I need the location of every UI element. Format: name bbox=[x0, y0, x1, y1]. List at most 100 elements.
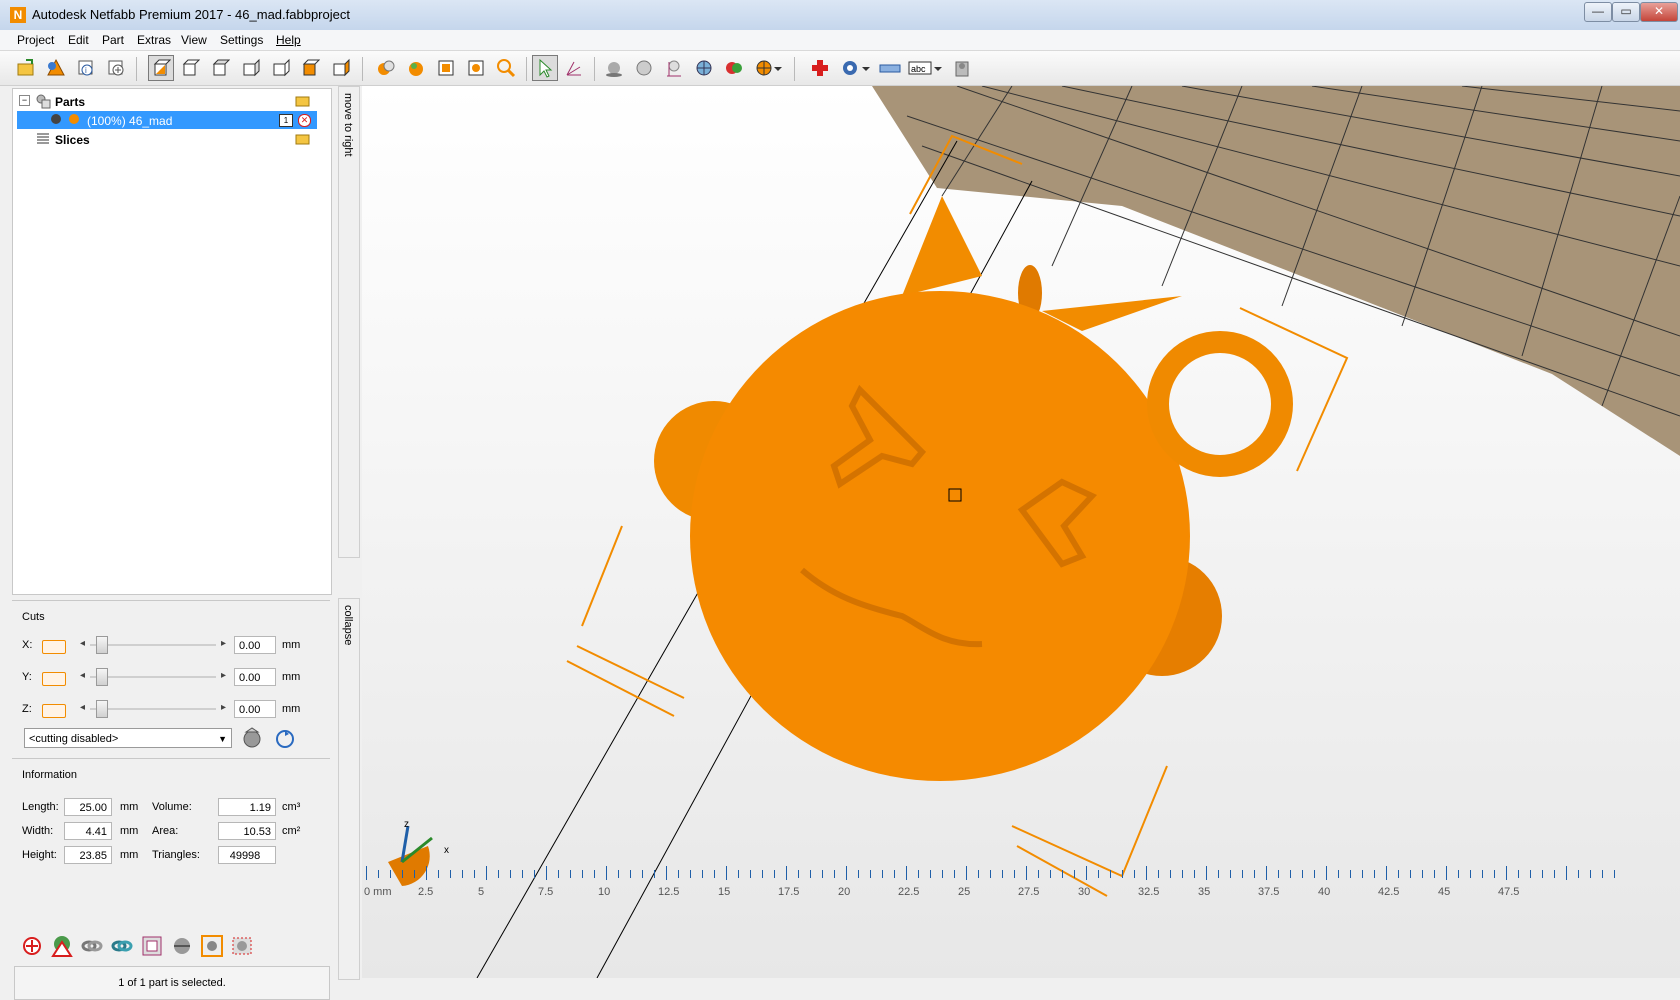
cutting-mode-select[interactable]: <cutting disabled> ▼ bbox=[24, 728, 232, 748]
select-pointer-icon[interactable] bbox=[532, 55, 558, 81]
view-top-icon[interactable] bbox=[298, 56, 322, 80]
cut-x-slider[interactable]: ◂ ▸ bbox=[80, 636, 226, 654]
settings-icon[interactable] bbox=[950, 56, 974, 80]
cut-y-input[interactable]: 0.00 bbox=[234, 668, 276, 686]
mesh-icon[interactable] bbox=[692, 56, 716, 80]
sphere-tool-icon[interactable] bbox=[170, 934, 194, 961]
cut-y-toggle[interactable] bbox=[42, 672, 66, 686]
cut-x-toggle[interactable] bbox=[42, 640, 66, 654]
view-left-icon[interactable] bbox=[238, 56, 262, 80]
open-project-icon[interactable] bbox=[14, 56, 38, 80]
cut-z-slider[interactable]: ◂ ▸ bbox=[80, 700, 226, 718]
cut-y-label: Y: bbox=[22, 671, 32, 683]
ruler-tick bbox=[474, 870, 475, 878]
slider-thumb[interactable] bbox=[96, 668, 108, 686]
cut-z-toggle[interactable] bbox=[42, 704, 66, 718]
settings-tool-icon[interactable] bbox=[230, 934, 254, 961]
close-button[interactable]: ✕ bbox=[1640, 2, 1678, 22]
ruler-tick bbox=[1170, 870, 1171, 878]
cut-x-unit: mm bbox=[282, 639, 301, 651]
slider-right-arrow-icon[interactable]: ▸ bbox=[221, 702, 226, 713]
fit-view-icon[interactable] bbox=[434, 56, 458, 80]
length-unit: mm bbox=[120, 801, 139, 813]
slider-left-arrow-icon[interactable]: ◂ bbox=[80, 702, 85, 713]
menu-help[interactable]: Help bbox=[276, 33, 301, 47]
slider-right-arrow-icon[interactable]: ▸ bbox=[221, 670, 226, 681]
analysis-icon[interactable] bbox=[838, 56, 862, 80]
frame-icon[interactable] bbox=[140, 934, 164, 961]
ruler-label: 47.5 bbox=[1498, 886, 1520, 898]
shade-icon[interactable] bbox=[602, 56, 626, 80]
toolbar-separator bbox=[594, 57, 595, 81]
minimize-button[interactable]: — bbox=[1584, 2, 1612, 22]
menu-settings[interactable]: Settings bbox=[220, 33, 263, 47]
app-logo-icon: N bbox=[10, 7, 26, 23]
open-folder-icon[interactable] bbox=[295, 93, 311, 110]
move-to-right-tab[interactable]: move to right bbox=[338, 86, 360, 558]
part-visibility-icon[interactable] bbox=[51, 114, 61, 124]
view-bottom-icon[interactable] bbox=[328, 56, 352, 80]
view-front-icon[interactable] bbox=[178, 56, 202, 80]
view-back-icon[interactable] bbox=[208, 56, 232, 80]
new-part-icon[interactable] bbox=[104, 56, 128, 80]
cut-x-input[interactable]: 0.00 bbox=[234, 636, 276, 654]
view-right-icon[interactable] bbox=[268, 56, 292, 80]
open-folder-icon[interactable] bbox=[295, 131, 311, 148]
part-color-icon[interactable] bbox=[404, 56, 428, 80]
part-color-icon[interactable] bbox=[69, 114, 79, 124]
label-icon[interactable]: abc bbox=[908, 56, 932, 80]
collapse-toggle-icon[interactable]: − bbox=[19, 95, 30, 106]
tree-node-parts[interactable]: − Parts bbox=[13, 93, 329, 111]
add-part-info-icon[interactable]: i bbox=[74, 56, 98, 80]
ruler-label: 35 bbox=[1198, 886, 1211, 898]
slider-left-arrow-icon[interactable]: ◂ bbox=[80, 638, 85, 649]
refresh-icon[interactable] bbox=[110, 934, 134, 961]
link-icon[interactable] bbox=[80, 934, 104, 961]
view-default-icon[interactable] bbox=[148, 55, 174, 81]
repair-gear-icon[interactable] bbox=[20, 934, 44, 961]
ruler-icon[interactable] bbox=[878, 56, 902, 80]
warning-icon[interactable] bbox=[50, 934, 74, 961]
reset-cut-icon[interactable] bbox=[274, 728, 296, 753]
ruler-tick bbox=[1218, 870, 1219, 878]
points-icon[interactable] bbox=[662, 56, 686, 80]
ruler-tick bbox=[1254, 870, 1255, 878]
menu-part[interactable]: Part bbox=[102, 33, 124, 47]
cut-z-input[interactable]: 0.00 bbox=[234, 700, 276, 718]
tree-node-slices[interactable]: Slices bbox=[13, 131, 329, 149]
multi-parts-icon[interactable] bbox=[374, 56, 398, 80]
ruler-tick bbox=[1158, 870, 1159, 878]
slider-track bbox=[90, 644, 216, 646]
ruler-tick bbox=[870, 870, 871, 878]
add-part-icon[interactable] bbox=[44, 56, 68, 80]
zoom-icon[interactable] bbox=[494, 56, 518, 80]
box-tool-icon[interactable] bbox=[200, 934, 224, 961]
sphere-icon[interactable] bbox=[632, 56, 656, 80]
repair-icon[interactable] bbox=[808, 56, 832, 80]
menu-edit[interactable]: Edit bbox=[68, 33, 89, 47]
menu-project[interactable]: Project bbox=[17, 33, 54, 47]
collapse-tab[interactable]: collapse bbox=[338, 598, 360, 980]
3d-viewport[interactable]: x z 0 mm 2.5 5 7.5 10 12.5 15 17.5 20 22.5 25 27.5 3… bbox=[362, 86, 1680, 978]
ruler-tick bbox=[438, 870, 439, 878]
slider-thumb[interactable] bbox=[96, 700, 108, 718]
chevron-down-icon[interactable] bbox=[932, 56, 944, 80]
measure-axes-icon[interactable] bbox=[562, 56, 586, 80]
slider-right-arrow-icon[interactable]: ▸ bbox=[221, 638, 226, 649]
chevron-down-icon[interactable] bbox=[860, 56, 872, 80]
maximize-button[interactable]: ▭ bbox=[1612, 2, 1640, 22]
menu-extras[interactable]: Extras bbox=[137, 33, 171, 47]
chevron-down-icon[interactable] bbox=[772, 56, 784, 80]
ruler-tick bbox=[774, 870, 775, 878]
slider-left-arrow-icon[interactable]: ◂ bbox=[80, 670, 85, 681]
menu-view[interactable]: View bbox=[181, 33, 207, 47]
tree-node-part-46-mad[interactable]: (100%) 46_mad 1 ✕ bbox=[17, 111, 317, 129]
ruler-tick bbox=[726, 866, 727, 880]
slider-thumb[interactable] bbox=[96, 636, 108, 654]
cuts-title: Cuts bbox=[22, 611, 45, 623]
cut-y-slider[interactable]: ◂ ▸ bbox=[80, 668, 226, 686]
cut-part-icon[interactable] bbox=[240, 726, 264, 753]
colors-icon[interactable] bbox=[722, 56, 746, 80]
zoom-fit-icon[interactable] bbox=[464, 56, 488, 80]
remove-part-icon[interactable]: ✕ bbox=[298, 114, 311, 127]
